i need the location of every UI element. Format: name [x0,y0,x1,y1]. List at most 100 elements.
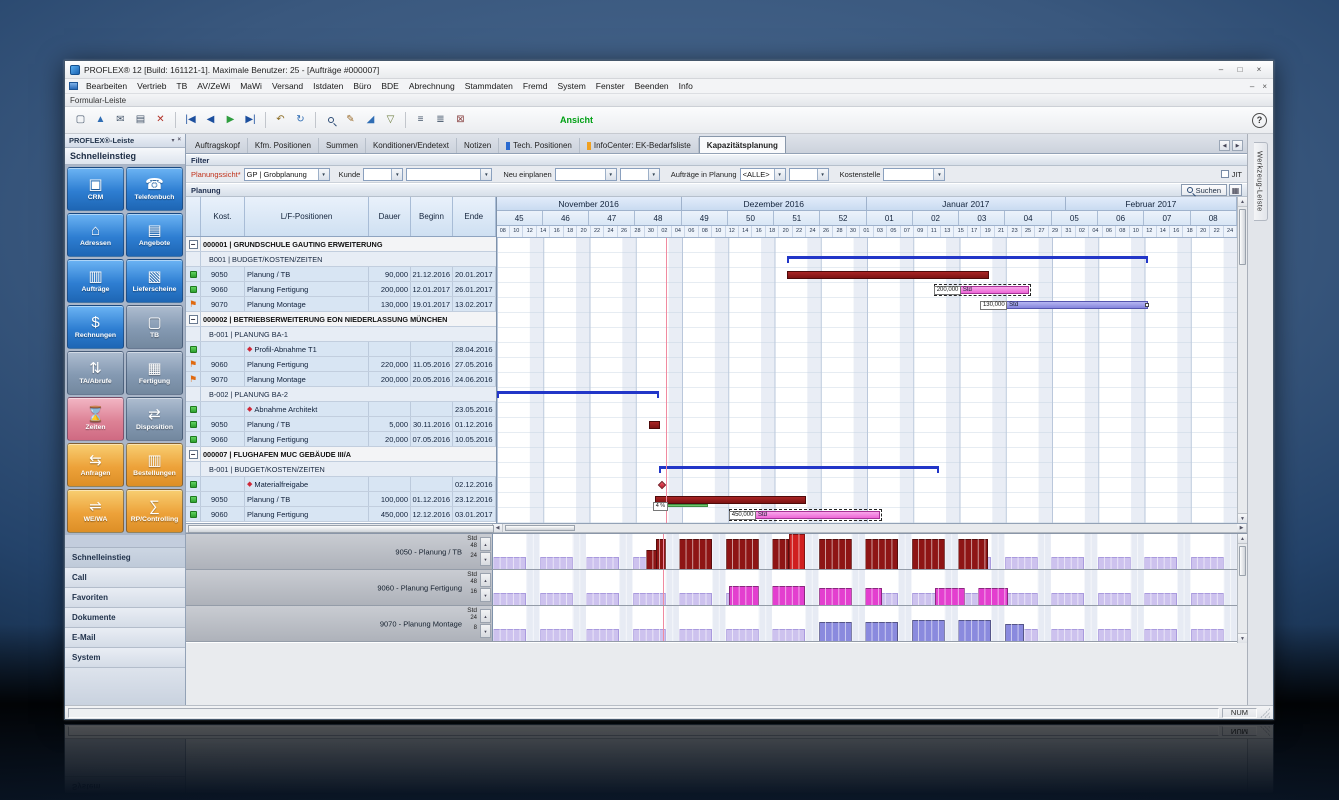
scroll-left-icon[interactable]: ◀ [493,524,503,532]
sidebar-item-schnelleinstieg[interactable]: Schnelleinstieg [65,548,185,568]
close-button[interactable]: × [1250,63,1268,76]
tile-auftr-ge[interactable]: ▥ Aufträge [67,259,124,303]
gantt-vertical-scrollbar[interactable]: ▲ ▼ [1237,197,1247,523]
spin-up-icon[interactable]: ▲ [480,573,491,587]
list-view-button[interactable]: ≡ [411,111,430,130]
tab-tech-positionen[interactable]: Tech. Positionen [499,138,580,153]
column-header-kost[interactable]: Kost. [201,197,245,236]
sidebar-item-favoriten[interactable]: Favoriten [65,588,185,608]
dropdown-arrow-icon[interactable]: ▼ [933,168,945,180]
table-row-group[interactable]: −000002 | BETRIEBSERWEITERUNG EON NIEDER… [186,312,496,327]
tab-auftragskopf[interactable]: Auftragskopf [188,138,248,153]
sidebar-item-call[interactable]: Call [65,568,185,588]
layout-button[interactable]: ▦ [1229,184,1242,196]
table-row-task[interactable]: ◆ Profil-Abnahme T1 28.04.2016 [186,342,496,357]
maximize-button[interactable]: □ [1231,63,1249,76]
mdi-close-button[interactable]: × [1262,82,1267,91]
spin-up-icon[interactable]: ▲ [480,609,491,623]
scrollbar-thumb[interactable] [505,525,575,531]
nav-prev-button[interactable]: ◀ [201,111,220,130]
table-row-subgroup[interactable]: B001 | BUDGET/KOSTEN/ZEITEN [186,252,496,267]
tab-konditionen-endetext[interactable]: Konditionen/Endetext [366,138,458,153]
tile-anfragen[interactable]: ⇆ Anfragen [67,443,124,487]
menu-item-av-zewi[interactable]: AV/ZeWi [192,81,235,91]
scrollbar-thumb[interactable] [188,525,494,533]
spin-down-icon[interactable]: ▼ [480,588,491,602]
import-button[interactable]: ▲ [91,111,110,130]
table-row-task[interactable]: ⚑ 9070 Planung Montage 130,000 19.01.2017 13.… [186,297,496,312]
menu-item-fenster[interactable]: Fenster [591,81,630,91]
jit-checkbox[interactable] [1220,170,1229,178]
tab-kapazit-tsplanung[interactable]: Kapazitätsplanung [698,136,786,153]
menu-item-vertrieb[interactable]: Vertrieb [132,81,171,91]
histogram-vertical-scrollbar[interactable]: ▲ ▼ [1237,534,1247,643]
tab-summen[interactable]: Summen [319,138,366,153]
minimize-button[interactable]: – [1212,63,1230,76]
menu-item-stammdaten[interactable]: Stammdaten [460,81,518,91]
tile-bestellungen[interactable]: ▥ Bestellungen [126,443,183,487]
gantt-row[interactable] [496,463,1237,478]
gantt-row[interactable] [496,448,1237,463]
gantt-row[interactable] [496,343,1237,358]
scrollbar-track[interactable] [1238,544,1247,633]
gantt-row[interactable] [496,433,1237,448]
menu-item-abrechnung[interactable]: Abrechnung [404,81,460,91]
tile-lieferscheine[interactable]: ▧ Lieferscheine [126,259,183,303]
dropdown-arrow-icon[interactable]: ▼ [391,168,403,180]
filter-combo[interactable]: GP | Grobplanung ▼ [243,167,330,181]
tab-kfm-positionen[interactable]: Kfm. Positionen [248,138,319,153]
tile-rechnungen[interactable]: $ Rechnungen [67,305,124,349]
suchen-button[interactable]: Suchen [1180,184,1227,196]
table-row-task[interactable]: ◆ Materialfreigabe 02.12.2016 [186,477,496,492]
horizontal-scrollbar[interactable]: ◀ ▶ [186,524,1247,533]
mail-button[interactable]: ✉ [111,111,130,130]
scroll-down-icon[interactable]: ▼ [1238,633,1247,643]
gantt-row[interactable] [496,373,1237,388]
table-row-task[interactable]: 9050 Planung / TB 90,000 21.12.2016 20.01.20… [186,267,496,282]
spin-down-icon[interactable]: ▼ [480,552,491,566]
nav-first-button[interactable]: |◀ [181,111,200,130]
menu-item-beenden[interactable]: Beenden [630,81,674,91]
close-icon[interactable]: × [177,137,181,144]
table-row-task[interactable]: 9050 Planung / TB 5,000 30.11.2016 01.12.201… [186,417,496,432]
menu-item-system[interactable]: System [552,81,590,91]
scrollbar-thumb[interactable] [1239,209,1246,265]
spin-up-icon[interactable]: ▲ [480,537,491,551]
detail-view-button[interactable]: ≣ [431,111,450,130]
table-row-task[interactable]: ⚑ 9070 Planung Montage 200,000 20.05.2016 24.… [186,372,496,387]
gantt-row[interactable] [496,253,1237,268]
gantt-row[interactable]: 4 % [496,493,1237,511]
dropdown-arrow-icon[interactable]: ▼ [480,168,492,180]
filter-button[interactable]: ▽ [381,111,400,130]
table-row-task[interactable]: ◆ Abnahme Architekt 23.05.2016 [186,402,496,417]
gantt-row[interactable] [496,418,1237,433]
dropdown-arrow-icon[interactable]: ▼ [647,168,659,180]
mdi-minimize-button[interactable]: – [1250,82,1254,91]
gantt-task-bar[interactable] [648,421,660,429]
table-hscroll[interactable] [186,524,494,533]
menu-item-versand[interactable]: Versand [267,81,308,91]
gantt-row[interactable]: 450,000 Std [496,508,1237,523]
tile-zeiten[interactable]: ⌛ Zeiten [67,397,124,441]
gantt-row[interactable]: 200,000 Std [496,283,1237,298]
expander-icon[interactable]: − [188,314,198,324]
menu-item-bearbeiten[interactable]: Bearbeiten [81,81,132,91]
resize-grip[interactable] [1260,707,1270,718]
filter-combo[interactable]: ▼ [883,167,946,181]
title-bar[interactable]: PROFLEX® 12 [Build: 161121-1]. Maximale … [65,61,1273,79]
table-row-task[interactable]: 9050 Planung / TB 100,000 01.12.2016 23.12.2… [186,492,496,507]
tile-adressen[interactable]: ⌂ Adressen [67,213,124,257]
new-document-button[interactable]: ▢ [71,111,90,130]
nav-last-button[interactable]: ▶| [241,111,260,130]
column-header-l-f-positionen[interactable]: L/F-Positionen [245,197,369,236]
resize-handle-icon[interactable] [1144,303,1149,307]
dropdown-arrow-icon[interactable]: ▼ [773,168,785,180]
filter-combo[interactable]: ▼ [619,167,660,181]
scrollbar-thumb[interactable] [1239,546,1246,576]
dropdown-arrow-icon[interactable]: ▼ [604,168,616,180]
table-row-subgroup[interactable]: B-001 | PLANUNG BA-1 [186,327,496,342]
nav-next-button[interactable]: ▶ [221,111,240,130]
menu-item-mawi[interactable]: MaWi [235,81,267,91]
menu-item-bde[interactable]: BDE [376,81,403,91]
gantt-row[interactable] [496,328,1237,343]
